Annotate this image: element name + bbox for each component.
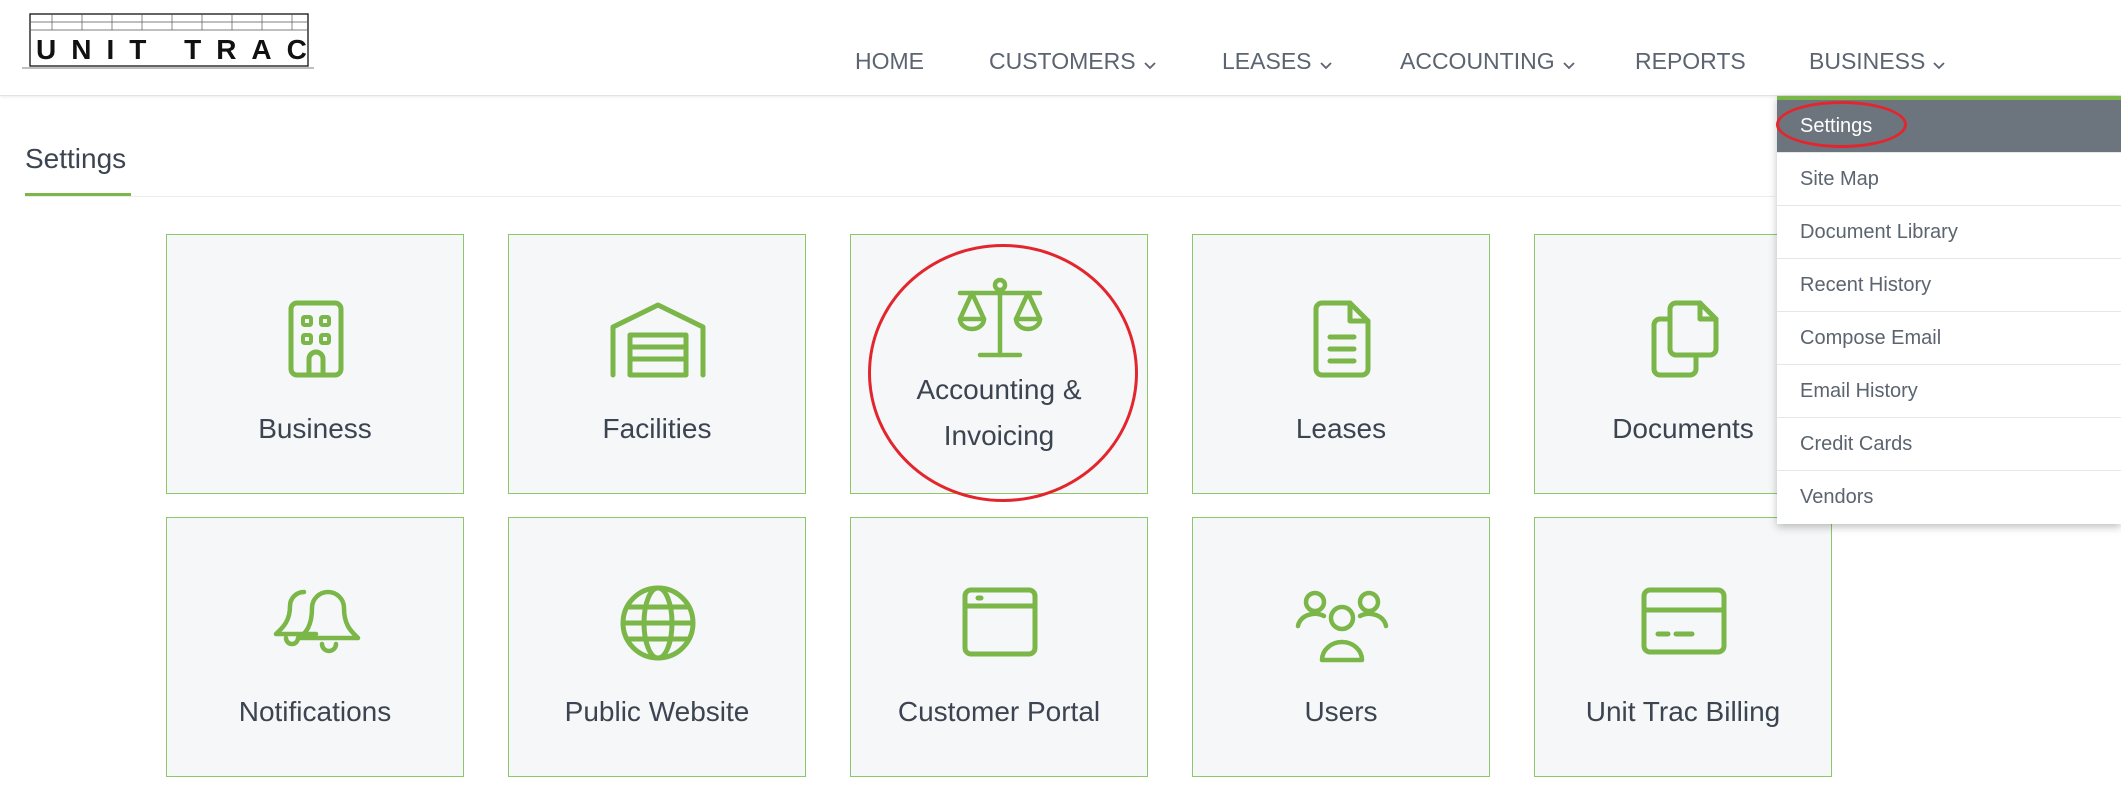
tile-business[interactable]: Business: [166, 234, 464, 494]
nav-home-label: HOME: [855, 48, 924, 74]
menu-item-credit-cards[interactable]: Credit Cards: [1777, 418, 2121, 471]
tile-users[interactable]: Users: [1192, 517, 1490, 777]
tile-label-line1: Accounting &: [916, 374, 1082, 405]
credit-card-icon: [1634, 580, 1734, 666]
globe-icon: [608, 580, 708, 666]
menu-item-document-library[interactable]: Document Library: [1777, 206, 2121, 259]
menu-item-compose-email[interactable]: Compose Email: [1777, 312, 2121, 365]
nav-accounting-label: ACCOUNTING: [1400, 48, 1555, 74]
tile-label: Users: [1304, 696, 1378, 727]
chevron-down-icon: [1562, 49, 1575, 76]
copy-icon: [1634, 297, 1734, 383]
tile-label: Unit Trac Billing: [1585, 696, 1781, 727]
building-icon: [266, 297, 366, 383]
menu-item-label: Vendors: [1800, 486, 1874, 508]
browser-window-icon: [950, 580, 1050, 666]
title-divider: [25, 196, 1775, 197]
chevron-down-icon: [1933, 49, 1945, 76]
menu-item-label: Document Library: [1800, 221, 1958, 243]
tile-public-website[interactable]: Public Website: [508, 517, 806, 777]
tile-unit-trac-billing[interactable]: Unit Trac Billing: [1534, 517, 1832, 777]
tile-label-line2: Invoicing: [943, 420, 1055, 451]
menu-item-label: Site Map: [1800, 168, 1879, 190]
menu-item-site-map[interactable]: Site Map: [1777, 153, 2121, 206]
menu-item-settings[interactable]: Settings: [1777, 100, 2121, 153]
nav-customers[interactable]: CUSTOMERS: [989, 48, 1156, 76]
nav-customers-label: CUSTOMERS: [989, 48, 1136, 74]
menu-item-label: Compose Email: [1800, 327, 1942, 349]
scale-icon: [950, 277, 1050, 363]
nav-home[interactable]: HOME: [855, 48, 924, 75]
chevron-down-icon: [1319, 49, 1332, 76]
garage-icon: [608, 297, 708, 383]
tile-label: Customer Portal: [897, 696, 1101, 727]
nav-business[interactable]: BUSINESS: [1809, 48, 1945, 76]
tile-label: Leases: [1295, 413, 1387, 444]
nav-leases-label: LEASES: [1222, 48, 1312, 74]
nav-accounting[interactable]: ACCOUNTING: [1400, 48, 1575, 76]
menu-item-label: Email History: [1800, 380, 1918, 402]
menu-item-email-history[interactable]: Email History: [1777, 365, 2121, 418]
chevron-down-icon: [1143, 49, 1156, 76]
users-icon: [1292, 580, 1392, 666]
tile-notifications[interactable]: Notifications: [166, 517, 464, 777]
menu-item-label: Recent History: [1800, 274, 1932, 296]
top-header: UNIT TRAC HOME CUSTOMERS LEASES ACCOUNTI…: [0, 0, 2121, 96]
tile-label: Business: [258, 413, 372, 444]
page-title: Settings: [25, 143, 127, 174]
business-dropdown-menu: Settings Site Map Document Library Recen…: [1777, 96, 2121, 524]
menu-item-label: Credit Cards: [1800, 433, 1913, 455]
tile-label: Facilities: [602, 413, 712, 444]
tile-label: Notifications: [238, 696, 392, 727]
tile-leases[interactable]: Leases: [1192, 234, 1490, 494]
tile-label: Accounting & Invoicing: [851, 367, 1147, 459]
nav-reports-label: REPORTS: [1635, 48, 1746, 74]
menu-item-recent-history[interactable]: Recent History: [1777, 259, 2121, 312]
menu-item-label: Settings: [1800, 115, 1873, 137]
document-icon: [1292, 297, 1392, 383]
tile-facilities[interactable]: Facilities: [508, 234, 806, 494]
tile-accounting-invoicing[interactable]: Accounting & Invoicing: [850, 234, 1148, 494]
menu-item-vendors[interactable]: Vendors: [1777, 471, 2121, 524]
bells-icon: [266, 580, 366, 666]
nav-leases[interactable]: LEASES: [1222, 48, 1332, 76]
tile-customer-portal[interactable]: Customer Portal: [850, 517, 1148, 777]
tile-label: Public Website: [564, 696, 750, 727]
main-nav: HOME CUSTOMERS LEASES ACCOUNTING REPORTS…: [0, 48, 2121, 78]
nav-business-label: BUSINESS: [1809, 48, 1926, 74]
nav-reports[interactable]: REPORTS: [1635, 48, 1746, 75]
